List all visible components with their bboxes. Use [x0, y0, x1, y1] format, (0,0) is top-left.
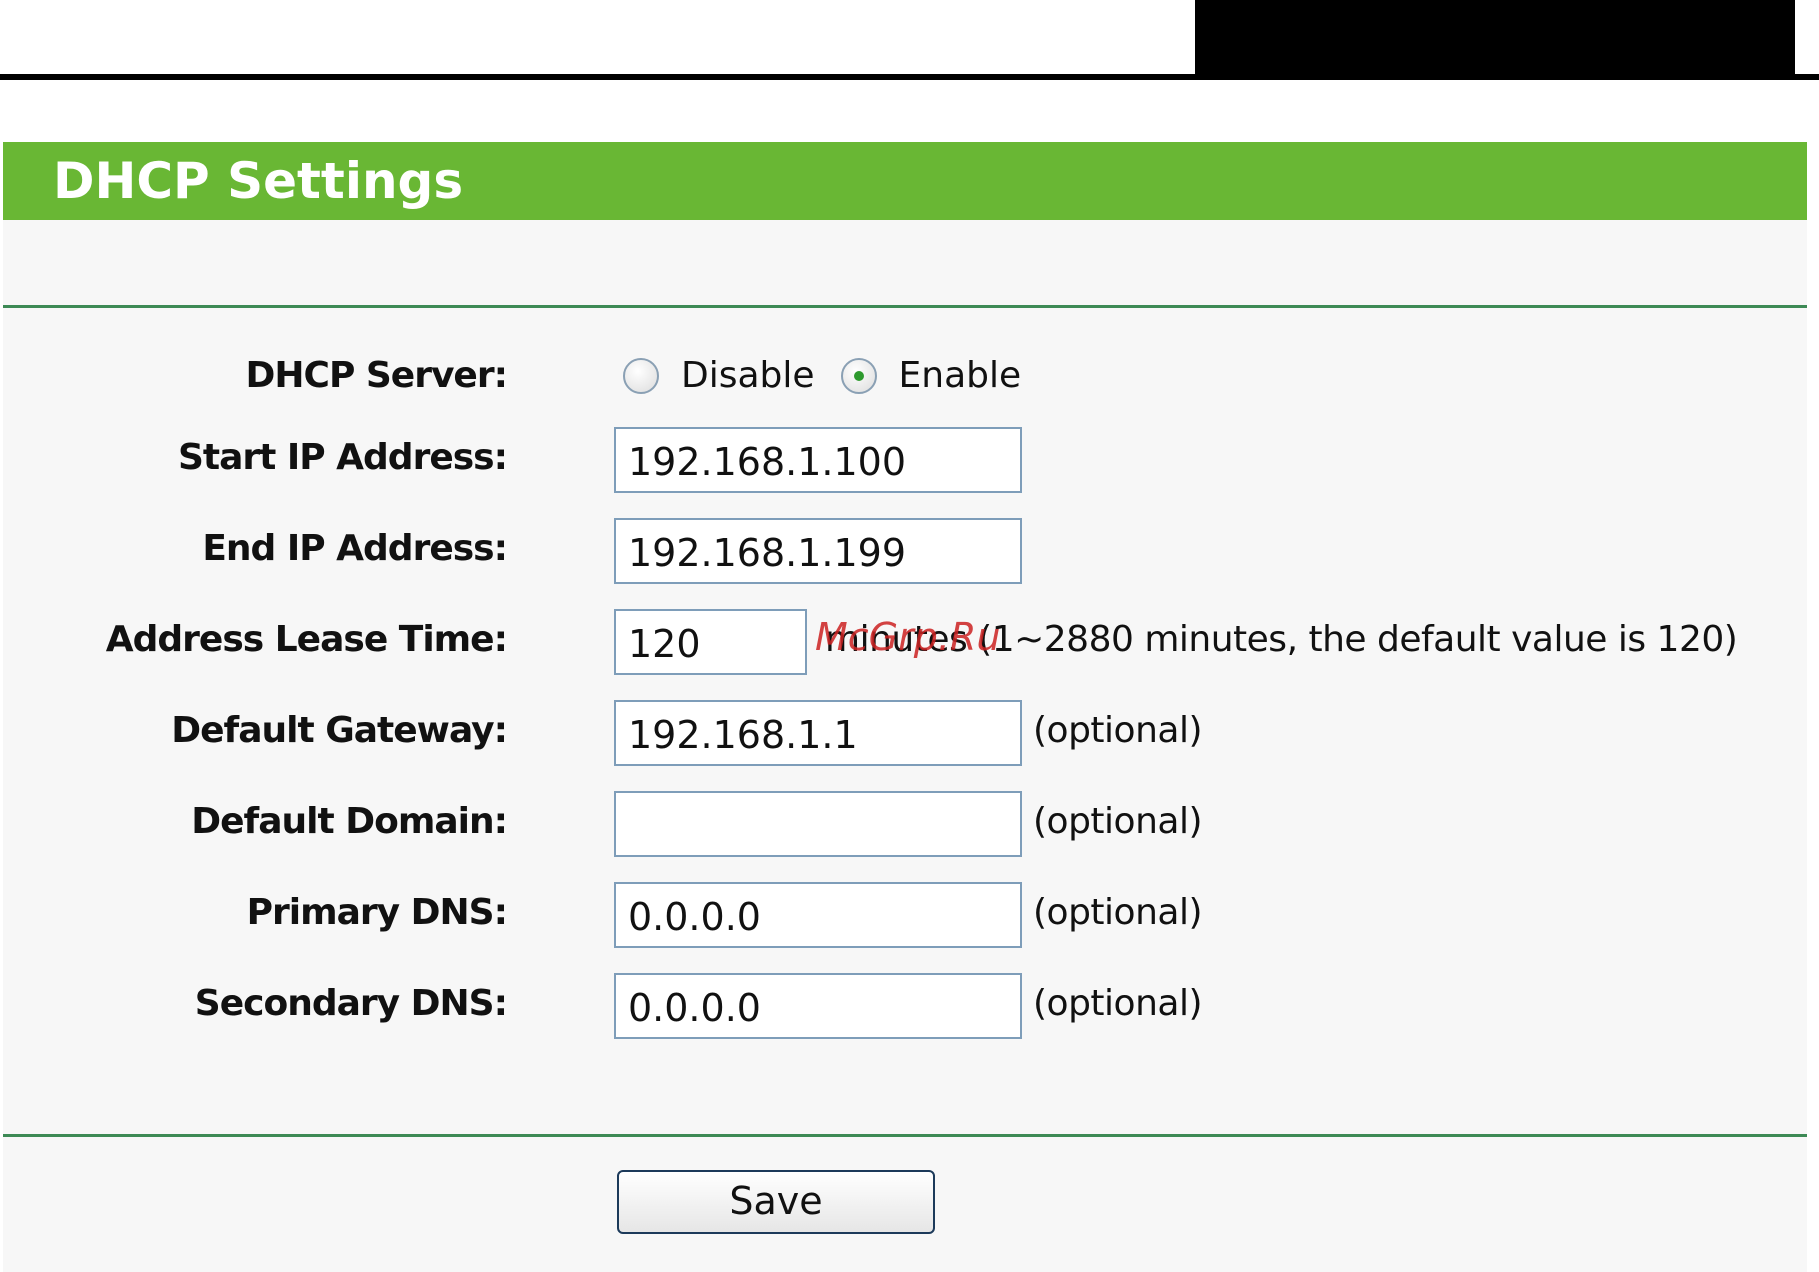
save-button[interactable]: Save: [617, 1170, 935, 1234]
row-default-gateway: Default Gateway: 192.168.1.1 (optional): [3, 700, 1807, 770]
watermark-text: McGrp.Ru: [815, 615, 1001, 659]
row-end-ip: End IP Address: 192.168.1.199: [3, 518, 1807, 588]
dhcp-server-label: DHCP Server:: [245, 355, 508, 396]
start-ip-input[interactable]: 192.168.1.100: [614, 427, 1022, 493]
dhcp-server-radio-group: Disable Enable: [623, 355, 1047, 396]
row-secondary-dns: Secondary DNS: 0.0.0.0 (optional): [3, 973, 1807, 1043]
end-ip-label: End IP Address:: [202, 528, 508, 569]
top-black-block: [1195, 0, 1795, 76]
start-ip-label: Start IP Address:: [177, 437, 508, 478]
lease-time-label: Address Lease Time:: [105, 619, 508, 660]
default-domain-hint: (optional): [1033, 801, 1203, 842]
default-domain-input[interactable]: [614, 791, 1022, 857]
row-start-ip: Start IP Address: 192.168.1.100: [3, 427, 1807, 497]
top-divider: [0, 74, 1819, 80]
radio-disable-label[interactable]: Disable: [681, 355, 815, 396]
secondary-dns-label: Secondary DNS:: [194, 983, 508, 1024]
panel-header: DHCP Settings: [3, 142, 1807, 220]
row-dhcp-server: DHCP Server: Disable Enable: [3, 345, 1807, 415]
primary-dns-hint: (optional): [1033, 892, 1203, 933]
default-gateway-label: Default Gateway:: [171, 710, 508, 751]
primary-dns-label: Primary DNS:: [246, 892, 508, 933]
section-divider-bottom: [3, 1134, 1807, 1137]
default-domain-label: Default Domain:: [191, 801, 508, 842]
default-gateway-hint: (optional): [1033, 710, 1203, 751]
radio-enable-label[interactable]: Enable: [899, 355, 1022, 396]
lease-time-input[interactable]: 120: [614, 609, 807, 675]
primary-dns-input[interactable]: 0.0.0.0: [614, 882, 1022, 948]
secondary-dns-input[interactable]: 0.0.0.0: [614, 973, 1022, 1039]
row-default-domain: Default Domain: (optional): [3, 791, 1807, 861]
radio-enable[interactable]: [840, 357, 877, 394]
dhcp-settings-panel: DHCP Settings DHCP Server: Disable Enabl…: [3, 142, 1807, 1272]
row-primary-dns: Primary DNS: 0.0.0.0 (optional): [3, 882, 1807, 952]
section-divider-top: [3, 305, 1807, 308]
default-gateway-input[interactable]: 192.168.1.1: [614, 700, 1022, 766]
secondary-dns-hint: (optional): [1033, 983, 1203, 1024]
page-title: DHCP Settings: [53, 152, 464, 210]
end-ip-input[interactable]: 192.168.1.199: [614, 518, 1022, 584]
radio-disable[interactable]: [623, 357, 659, 394]
